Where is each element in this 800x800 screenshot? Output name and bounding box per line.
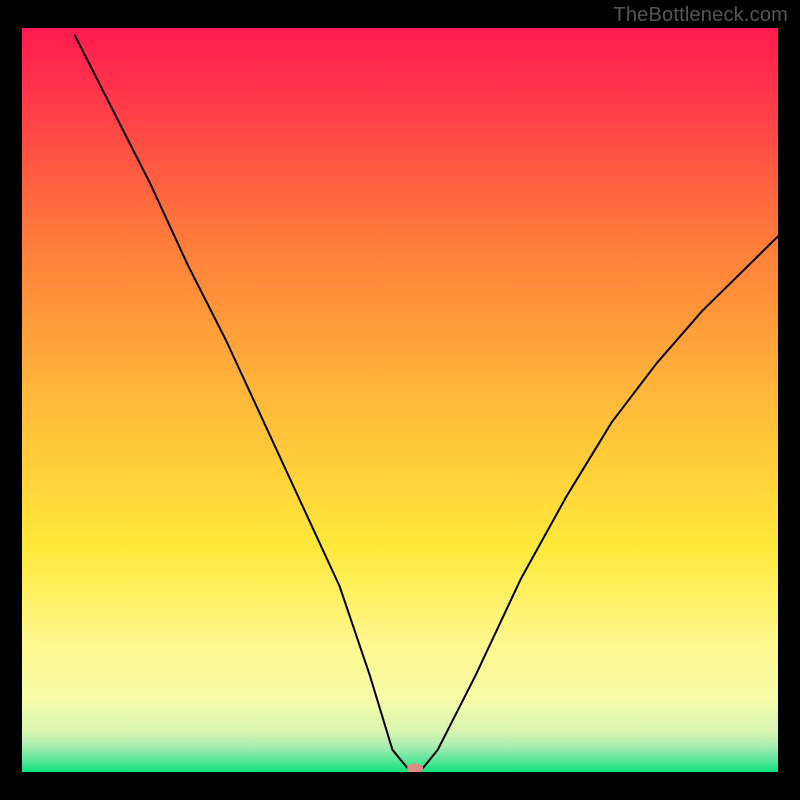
watermark-text: TheBottleneck.com <box>613 4 788 27</box>
plot-area <box>22 28 778 772</box>
chart-frame: TheBottleneck.com <box>0 0 800 800</box>
gradient-background <box>22 28 778 772</box>
chart-svg <box>22 28 778 772</box>
